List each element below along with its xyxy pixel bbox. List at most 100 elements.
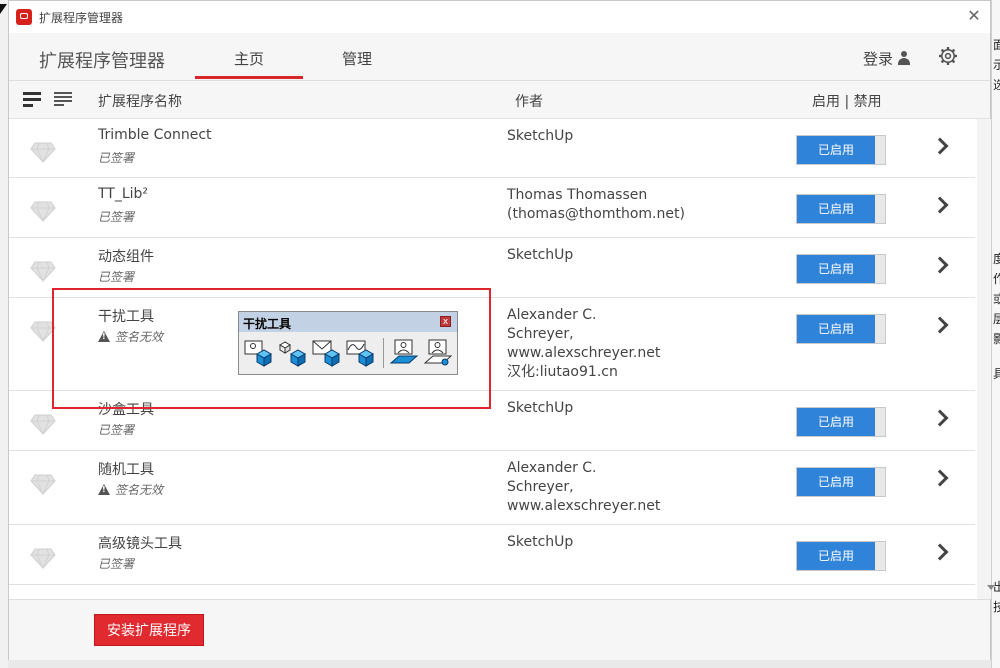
author-line: www.alexschreyer.net [507, 498, 661, 514]
window-close-button[interactable]: ✕ [964, 6, 984, 26]
extension-signature: 已签署 [98, 210, 135, 224]
install-extension-button[interactable]: 安装扩展程序 [94, 614, 204, 646]
side-fragment: 影 [993, 330, 1000, 347]
warning-icon [98, 484, 110, 495]
extension-row[interactable]: 随机工具 签名无效 Alexander C. Schreyer, www.ale… [9, 451, 975, 525]
enable-toggle[interactable]: 已启用 [796, 135, 886, 165]
background-left-edge [0, 0, 8, 668]
close-icon: ✕ [967, 6, 981, 25]
extension-name: 高级镜头工具 [98, 536, 182, 552]
enabled-label: 已启用 [797, 542, 875, 570]
side-fragment: 选 [993, 76, 1000, 93]
column-author: 作者 [515, 94, 543, 110]
enabled-label: 已启用 [797, 468, 875, 496]
ruby-gem-icon [30, 261, 56, 282]
author-line: Schreyer, [507, 326, 574, 342]
chevron-right-icon[interactable] [931, 256, 949, 274]
author-line: (thomas@thomthom.net) [507, 206, 685, 222]
list-scrollbar[interactable] [977, 119, 991, 599]
enabled-label: 已启用 [797, 195, 875, 223]
side-fragment: 技 [993, 598, 1000, 615]
enabled-label: 已启用 [797, 136, 875, 164]
brand-title: 扩展程序管理器 [39, 51, 165, 72]
column-name: 扩展程序名称 [98, 94, 182, 110]
enabled-label: 已启用 [797, 408, 875, 436]
extension-author: Thomas Thomassen (thomas@thomthom.net) [507, 186, 685, 224]
extension-author: Alexander C. Schreyer, www.alexschreyer.… [507, 306, 660, 382]
extension-author: Alexander C. Schreyer, www.alexschreyer.… [507, 459, 660, 516]
extension-name: 随机工具 [98, 462, 154, 478]
extension-signature-invalid: 签名无效 [98, 481, 163, 498]
tab-manage[interactable]: 管理 [342, 48, 372, 69]
side-fragment: 度 [993, 250, 1000, 267]
side-fragment: 具 [993, 365, 1000, 382]
author-line: SketchUp [507, 128, 574, 144]
author-line: Thomas Thomassen [507, 187, 648, 203]
title-bar: 扩展程序管理器 ✕ [9, 1, 990, 33]
enable-toggle[interactable]: 已启用 [796, 407, 886, 437]
extension-name: Trimble Connect [98, 127, 212, 143]
enabled-label: 已启用 [797, 315, 875, 343]
enable-toggle[interactable]: 已启用 [796, 254, 886, 284]
background-right-edge: 面 示 选 度 作 或 层 影 具 出 技 [991, 0, 1000, 668]
collapse-all-icon[interactable] [54, 92, 74, 110]
ruby-gem-icon [30, 201, 56, 222]
author-line: www.alexschreyer.net [507, 345, 661, 361]
extension-name: 动态组件 [98, 249, 154, 265]
login-label: 登录 [863, 50, 894, 68]
ruby-gem-icon [30, 548, 56, 569]
author-line: Alexander C. [507, 307, 597, 323]
active-tab-indicator [195, 76, 303, 79]
login-button[interactable]: 登录 [863, 48, 911, 69]
extension-author: SketchUp [507, 533, 573, 552]
author-line: SketchUp [507, 400, 574, 416]
signature-text: 签名无效 [115, 483, 164, 497]
author-line: SketchUp [507, 534, 574, 550]
side-fragment: 作 [993, 270, 1000, 287]
enable-toggle[interactable]: 已启用 [796, 467, 886, 497]
extension-author: SketchUp [507, 127, 573, 146]
top-navigation: 扩展程序管理器 主页 管理 登录 [9, 33, 990, 81]
enabled-label: 已启用 [797, 255, 875, 283]
extension-signature: 已签署 [98, 557, 135, 571]
enable-toggle[interactable]: 已启用 [796, 194, 886, 224]
scroll-down-icon[interactable] [987, 585, 995, 590]
author-line: SketchUp [507, 247, 574, 263]
chevron-right-icon[interactable] [931, 409, 949, 427]
mouse-cursor-icon [0, 4, 7, 14]
side-fragment: 或 [993, 290, 1000, 307]
chevron-right-icon[interactable] [931, 469, 949, 487]
enable-toggle[interactable]: 已启用 [796, 314, 886, 344]
side-fragment: 示 [993, 56, 1000, 73]
author-line: Alexander C. [507, 460, 597, 476]
tab-home[interactable]: 主页 [234, 48, 264, 69]
extension-row[interactable]: 高级镜头工具 已签署 SketchUp 已启用 [9, 525, 975, 585]
footer-bar: 安装扩展程序 [9, 599, 990, 660]
chevron-right-icon[interactable] [931, 543, 949, 561]
ruby-gem-icon [30, 142, 56, 163]
extension-row[interactable]: Trimble Connect 已签署 SketchUp 已启用 [9, 119, 975, 178]
column-status: 启用 | 禁用 [812, 94, 882, 110]
chevron-right-icon[interactable] [931, 316, 949, 334]
sketchup-app-icon [16, 9, 32, 25]
author-line: 汉化:liutao91.cn [507, 364, 618, 380]
column-header: 扩展程序名称 作者 启用 | 禁用 [9, 81, 990, 119]
expand-all-icon[interactable] [23, 92, 43, 110]
window-title: 扩展程序管理器 [39, 11, 124, 25]
side-fragment: 层 [993, 310, 1000, 327]
extension-signature: 已签署 [98, 270, 135, 284]
chevron-right-icon[interactable] [931, 196, 949, 214]
side-fragment: 面 [993, 36, 1000, 53]
ruby-gem-icon [30, 474, 56, 495]
gear-icon[interactable] [938, 46, 958, 66]
extension-signature: 已签署 [98, 151, 135, 165]
extension-row[interactable]: TT_Lib² 已签署 Thomas Thomassen (thomas@tho… [9, 178, 975, 238]
extension-name: TT_Lib² [98, 186, 149, 202]
author-line: Schreyer, [507, 479, 574, 495]
user-icon [898, 51, 911, 65]
enable-toggle[interactable]: 已启用 [796, 541, 886, 571]
extension-author: SketchUp [507, 246, 573, 265]
ruby-gem-icon [30, 414, 56, 435]
chevron-right-icon[interactable] [931, 137, 949, 155]
extension-author: SketchUp [507, 399, 573, 418]
